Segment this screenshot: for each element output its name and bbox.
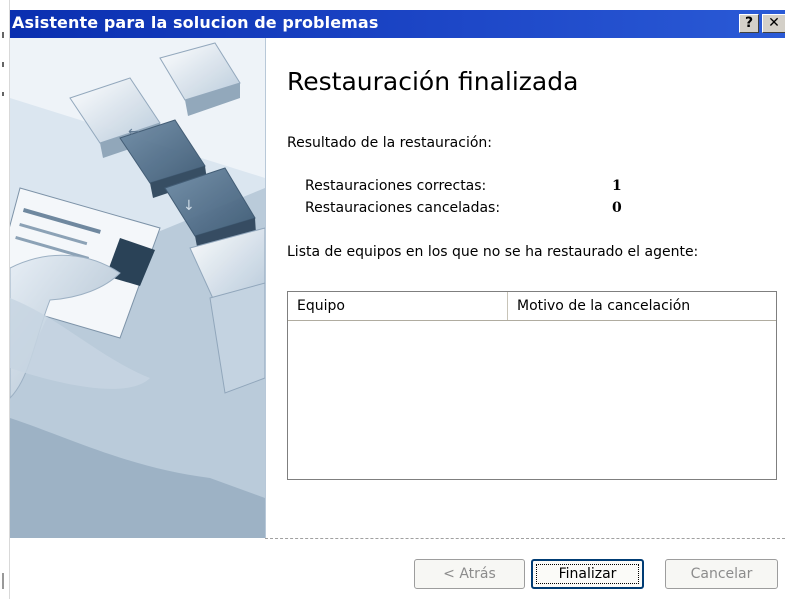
edge-mark: [2, 62, 4, 67]
edge-mark: [2, 92, 4, 96]
title-bar[interactable]: Asistente para la solucion de problemas …: [10, 10, 785, 38]
button-area-divider: [265, 538, 785, 539]
edge-mark: [2, 573, 4, 589]
background-window-edge: [0, 0, 10, 599]
svg-text:↓: ↓: [183, 198, 195, 214]
list-header: Equipo Motivo de la cancelación: [288, 292, 776, 321]
column-header-equipo[interactable]: Equipo: [288, 292, 508, 320]
question-mark-icon: ?: [744, 15, 754, 31]
keyboard-hand-illustration: ← ↓: [10, 38, 265, 538]
close-button[interactable]: ✕: [762, 14, 785, 33]
successful-restores-value: 1: [612, 178, 622, 194]
cancel-button[interactable]: Cancelar: [665, 559, 778, 589]
canceled-restores-label: Restauraciones canceladas:: [305, 200, 501, 216]
column-header-motivo[interactable]: Motivo de la cancelación: [508, 292, 776, 320]
finish-button[interactable]: Finalizar: [531, 559, 644, 589]
close-icon: ✕: [768, 15, 780, 31]
wizard-window: Asistente para la solucion de problemas …: [0, 0, 785, 599]
failed-computers-list[interactable]: Equipo Motivo de la cancelación: [287, 291, 777, 480]
successful-restores-label: Restauraciones correctas:: [305, 178, 487, 194]
canceled-restores-value: 0: [612, 200, 622, 216]
focus-ring: [536, 564, 639, 584]
help-button[interactable]: ?: [739, 14, 759, 33]
edge-mark: [2, 32, 4, 38]
list-label: Lista de equipos en los que no se ha res…: [287, 244, 699, 260]
page-heading: Restauración finalizada: [287, 67, 579, 96]
back-button[interactable]: < Atrás: [414, 559, 525, 589]
window-title: Asistente para la solucion de problemas: [12, 13, 379, 32]
wizard-side-image: ← ↓: [10, 38, 266, 538]
result-label: Resultado de la restauración:: [287, 135, 492, 151]
svg-text:←: ←: [128, 124, 140, 140]
